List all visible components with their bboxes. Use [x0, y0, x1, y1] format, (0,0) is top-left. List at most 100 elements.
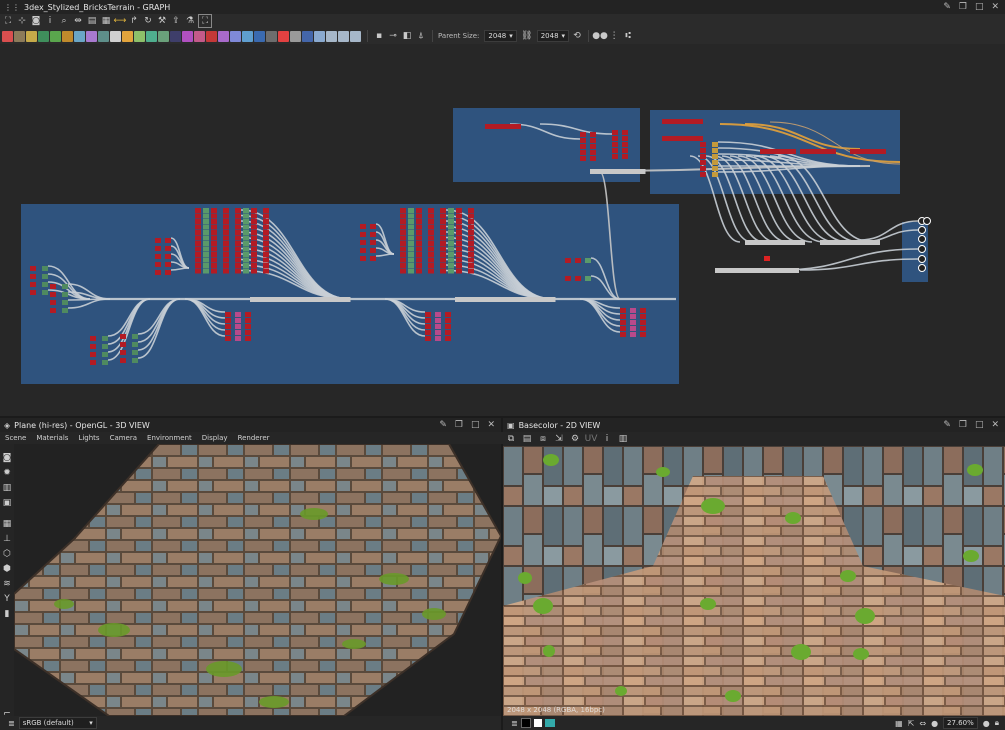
graph-node[interactable]: [235, 263, 241, 268]
graph-node[interactable]: [243, 246, 249, 252]
node-library-icon[interactable]: [86, 30, 97, 42]
graph-node[interactable]: [456, 208, 462, 213]
graph-node[interactable]: [235, 224, 241, 230]
branch-icon[interactable]: Y: [1, 593, 13, 605]
graph-node[interactable]: [132, 358, 138, 363]
graph-node[interactable]: [400, 252, 406, 257]
graph-node[interactable]: [223, 246, 229, 252]
graph-node[interactable]: [243, 230, 249, 235]
graph-node[interactable]: [787, 268, 793, 273]
graph-node[interactable]: [235, 257, 241, 263]
graph-node[interactable]: [243, 224, 249, 230]
graph-node[interactable]: [590, 138, 596, 143]
graph-node[interactable]: [235, 241, 241, 246]
graph-node[interactable]: [456, 246, 462, 252]
graph-node[interactable]: [251, 241, 257, 246]
graph-frame-main[interactable]: [21, 204, 679, 384]
channel-display[interactable]: [544, 719, 555, 727]
graph-node[interactable]: [739, 268, 745, 273]
output-size-select[interactable]: 2048 ▾: [536, 30, 570, 42]
graph-node[interactable]: [468, 230, 474, 235]
graph-node[interactable]: [763, 268, 769, 273]
node-library-icon[interactable]: [122, 30, 133, 42]
channel-white[interactable]: [533, 719, 542, 727]
graph-node[interactable]: [468, 263, 474, 268]
node-library-icon[interactable]: [146, 30, 157, 42]
graph-node[interactable]: [440, 208, 446, 213]
graph-node[interactable]: [211, 241, 217, 246]
graph-node[interactable]: [211, 246, 217, 252]
flask-icon[interactable]: ⚗: [184, 15, 196, 27]
graph-node[interactable]: [428, 257, 434, 263]
graph-node[interactable]: [416, 246, 422, 252]
graph-node[interactable]: [102, 344, 108, 349]
frame-icon[interactable]: ⛶: [198, 14, 212, 28]
graph-node[interactable]: [416, 224, 422, 230]
graph-node[interactable]: [440, 263, 446, 268]
graph-node[interactable]: [769, 240, 775, 245]
graph-node[interactable]: [370, 224, 376, 229]
menu-display[interactable]: Display: [202, 434, 228, 442]
graph-node[interactable]: [590, 156, 596, 161]
graph-node[interactable]: [712, 166, 718, 171]
graph-node[interactable]: [263, 257, 269, 263]
grid-icon[interactable]: ▦: [895, 719, 903, 728]
graph-node[interactable]: [612, 148, 618, 153]
graph-node[interactable]: [245, 336, 251, 341]
graph-node[interactable]: [448, 230, 454, 235]
graph-node[interactable]: [251, 230, 257, 235]
graph-node[interactable]: [751, 268, 757, 273]
graph-node[interactable]: [697, 119, 703, 124]
graph-node[interactable]: [400, 257, 406, 263]
graph-node[interactable]: [30, 282, 36, 287]
layout-icon[interactable]: ▤: [86, 15, 98, 27]
graph-node[interactable]: [360, 240, 366, 245]
graph-node[interactable]: [50, 284, 56, 289]
graph-node[interactable]: [155, 262, 161, 267]
graph-node[interactable]: [120, 342, 126, 347]
graph-node[interactable]: [120, 350, 126, 355]
graph-node[interactable]: [235, 324, 241, 329]
node-library-icon[interactable]: [158, 30, 169, 42]
graph-node[interactable]: [416, 213, 422, 219]
info-icon[interactable]: i: [44, 15, 56, 27]
graph-node[interactable]: [251, 263, 257, 268]
graph-node[interactable]: [818, 149, 824, 154]
graph-node[interactable]: [223, 213, 229, 219]
graph-node[interactable]: [448, 268, 454, 274]
graph-node[interactable]: [772, 149, 778, 154]
align-icon[interactable]: ⇹: [72, 15, 84, 27]
graph-node[interactable]: [195, 241, 201, 246]
graph-node[interactable]: [211, 263, 217, 268]
graph-node[interactable]: [445, 318, 451, 323]
graph-node[interactable]: [620, 320, 626, 325]
graph-node[interactable]: [456, 257, 462, 263]
graph-node[interactable]: [120, 334, 126, 339]
graph-node[interactable]: [826, 240, 832, 245]
graph-node[interactable]: [416, 208, 422, 213]
graph-node[interactable]: [456, 213, 462, 219]
graph-node[interactable]: [416, 241, 422, 246]
graph-node[interactable]: [195, 235, 201, 241]
graph-node[interactable]: [590, 169, 596, 174]
grid-icon[interactable]: ▦: [100, 15, 112, 27]
graph-node[interactable]: [862, 149, 868, 154]
reset-icon[interactable]: ⟲: [571, 30, 583, 42]
graph-node[interactable]: [456, 263, 462, 268]
graph-node[interactable]: [425, 318, 431, 323]
graph-node[interactable]: [760, 149, 766, 154]
menu-lights[interactable]: Lights: [78, 434, 99, 442]
graph-node[interactable]: [727, 268, 733, 273]
graph-node[interactable]: [844, 240, 850, 245]
center-icon[interactable]: ⊹: [16, 15, 28, 27]
graph-node[interactable]: [211, 213, 217, 219]
graph-node[interactable]: [565, 276, 571, 281]
graph-node[interactable]: [251, 246, 257, 252]
graph-node[interactable]: [468, 235, 474, 241]
output-node[interactable]: [918, 226, 926, 234]
graph-node[interactable]: [42, 290, 48, 295]
node-library-icon[interactable]: [290, 30, 301, 42]
dot-connect-icon[interactable]: ●●: [592, 30, 608, 42]
graph-node[interactable]: [223, 252, 229, 257]
graph-node[interactable]: [203, 230, 209, 235]
